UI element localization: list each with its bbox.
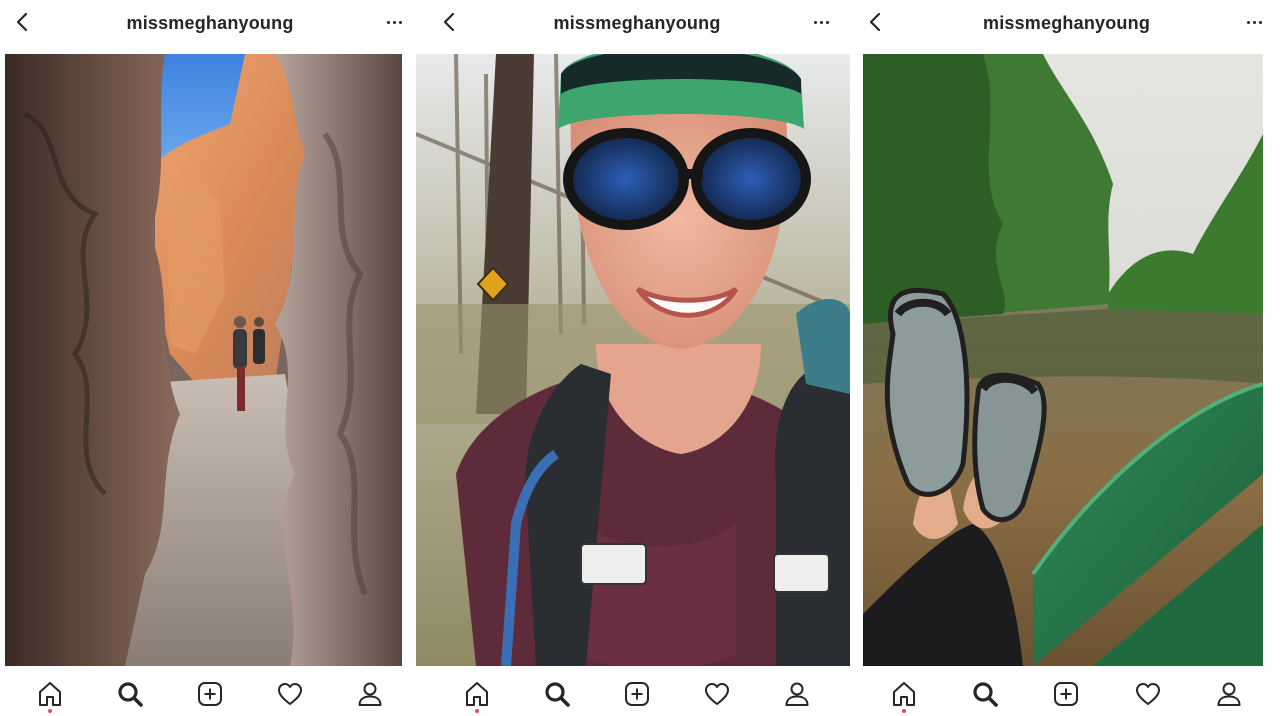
nav-activity-button[interactable] — [700, 677, 734, 711]
nav-home-button[interactable] — [460, 677, 494, 713]
add-post-icon — [198, 682, 222, 706]
heart-icon — [1135, 683, 1160, 705]
chevron-left-icon — [869, 12, 881, 32]
home-icon — [892, 682, 915, 706]
more-options-button[interactable] — [1240, 8, 1268, 36]
username[interactable]: missmeghanyoung — [553, 13, 720, 34]
notification-dot — [901, 709, 906, 713]
nav-home-button[interactable] — [887, 677, 921, 713]
nav-home-button[interactable] — [33, 677, 67, 713]
post-header: missmeghanyoung — [0, 0, 420, 46]
nav-profile-button[interactable] — [353, 677, 387, 711]
post-header: missmeghanyoung — [853, 0, 1280, 46]
nav-profile-button[interactable] — [780, 677, 814, 711]
nav-search-button[interactable] — [113, 677, 147, 711]
more-options-button[interactable] — [380, 8, 408, 36]
post-photo[interactable] — [863, 54, 1263, 666]
more-options-button[interactable] — [807, 8, 835, 36]
post-header: missmeghanyoung — [427, 0, 847, 46]
search-icon — [118, 682, 143, 707]
add-post-icon — [625, 682, 649, 706]
search-icon — [545, 682, 570, 707]
story-panel-3: missmeghanyoung — [853, 0, 1280, 716]
home-icon — [39, 682, 61, 706]
nav-add-post-button[interactable] — [193, 677, 227, 711]
nav-activity-button[interactable] — [1131, 677, 1165, 711]
notification-dot — [475, 709, 479, 713]
nav-activity-button[interactable] — [273, 677, 307, 711]
profile-icon — [1217, 682, 1241, 706]
heart-icon — [705, 683, 729, 705]
profile-icon — [785, 682, 809, 706]
profile-icon — [358, 682, 382, 706]
more-horizontal-icon — [1246, 20, 1262, 24]
nav-add-post-button[interactable] — [620, 677, 654, 711]
back-button[interactable] — [861, 8, 889, 36]
username[interactable]: missmeghanyoung — [126, 13, 293, 34]
search-icon — [973, 682, 998, 707]
nav-search-button[interactable] — [540, 677, 574, 711]
back-button[interactable] — [8, 8, 36, 36]
nav-search-button[interactable] — [968, 677, 1002, 711]
notification-dot — [48, 709, 52, 713]
back-button[interactable] — [435, 8, 463, 36]
bottom-navigation — [0, 672, 420, 716]
post-photo[interactable] — [416, 54, 850, 666]
story-panel-2: missmeghanyoung — [416, 0, 850, 716]
nav-profile-button[interactable] — [1212, 677, 1246, 711]
more-horizontal-icon — [386, 20, 402, 24]
home-icon — [466, 682, 488, 706]
add-post-icon — [1054, 682, 1079, 706]
chevron-left-icon — [443, 12, 455, 32]
bottom-navigation — [853, 672, 1280, 716]
story-panel-1: missmeghanyoung — [0, 0, 420, 716]
heart-icon — [278, 683, 302, 705]
username[interactable]: missmeghanyoung — [983, 13, 1150, 34]
bottom-navigation — [427, 672, 847, 716]
chevron-left-icon — [16, 12, 28, 32]
nav-add-post-button[interactable] — [1049, 677, 1083, 711]
post-photo[interactable] — [5, 54, 402, 666]
more-horizontal-icon — [813, 20, 829, 24]
